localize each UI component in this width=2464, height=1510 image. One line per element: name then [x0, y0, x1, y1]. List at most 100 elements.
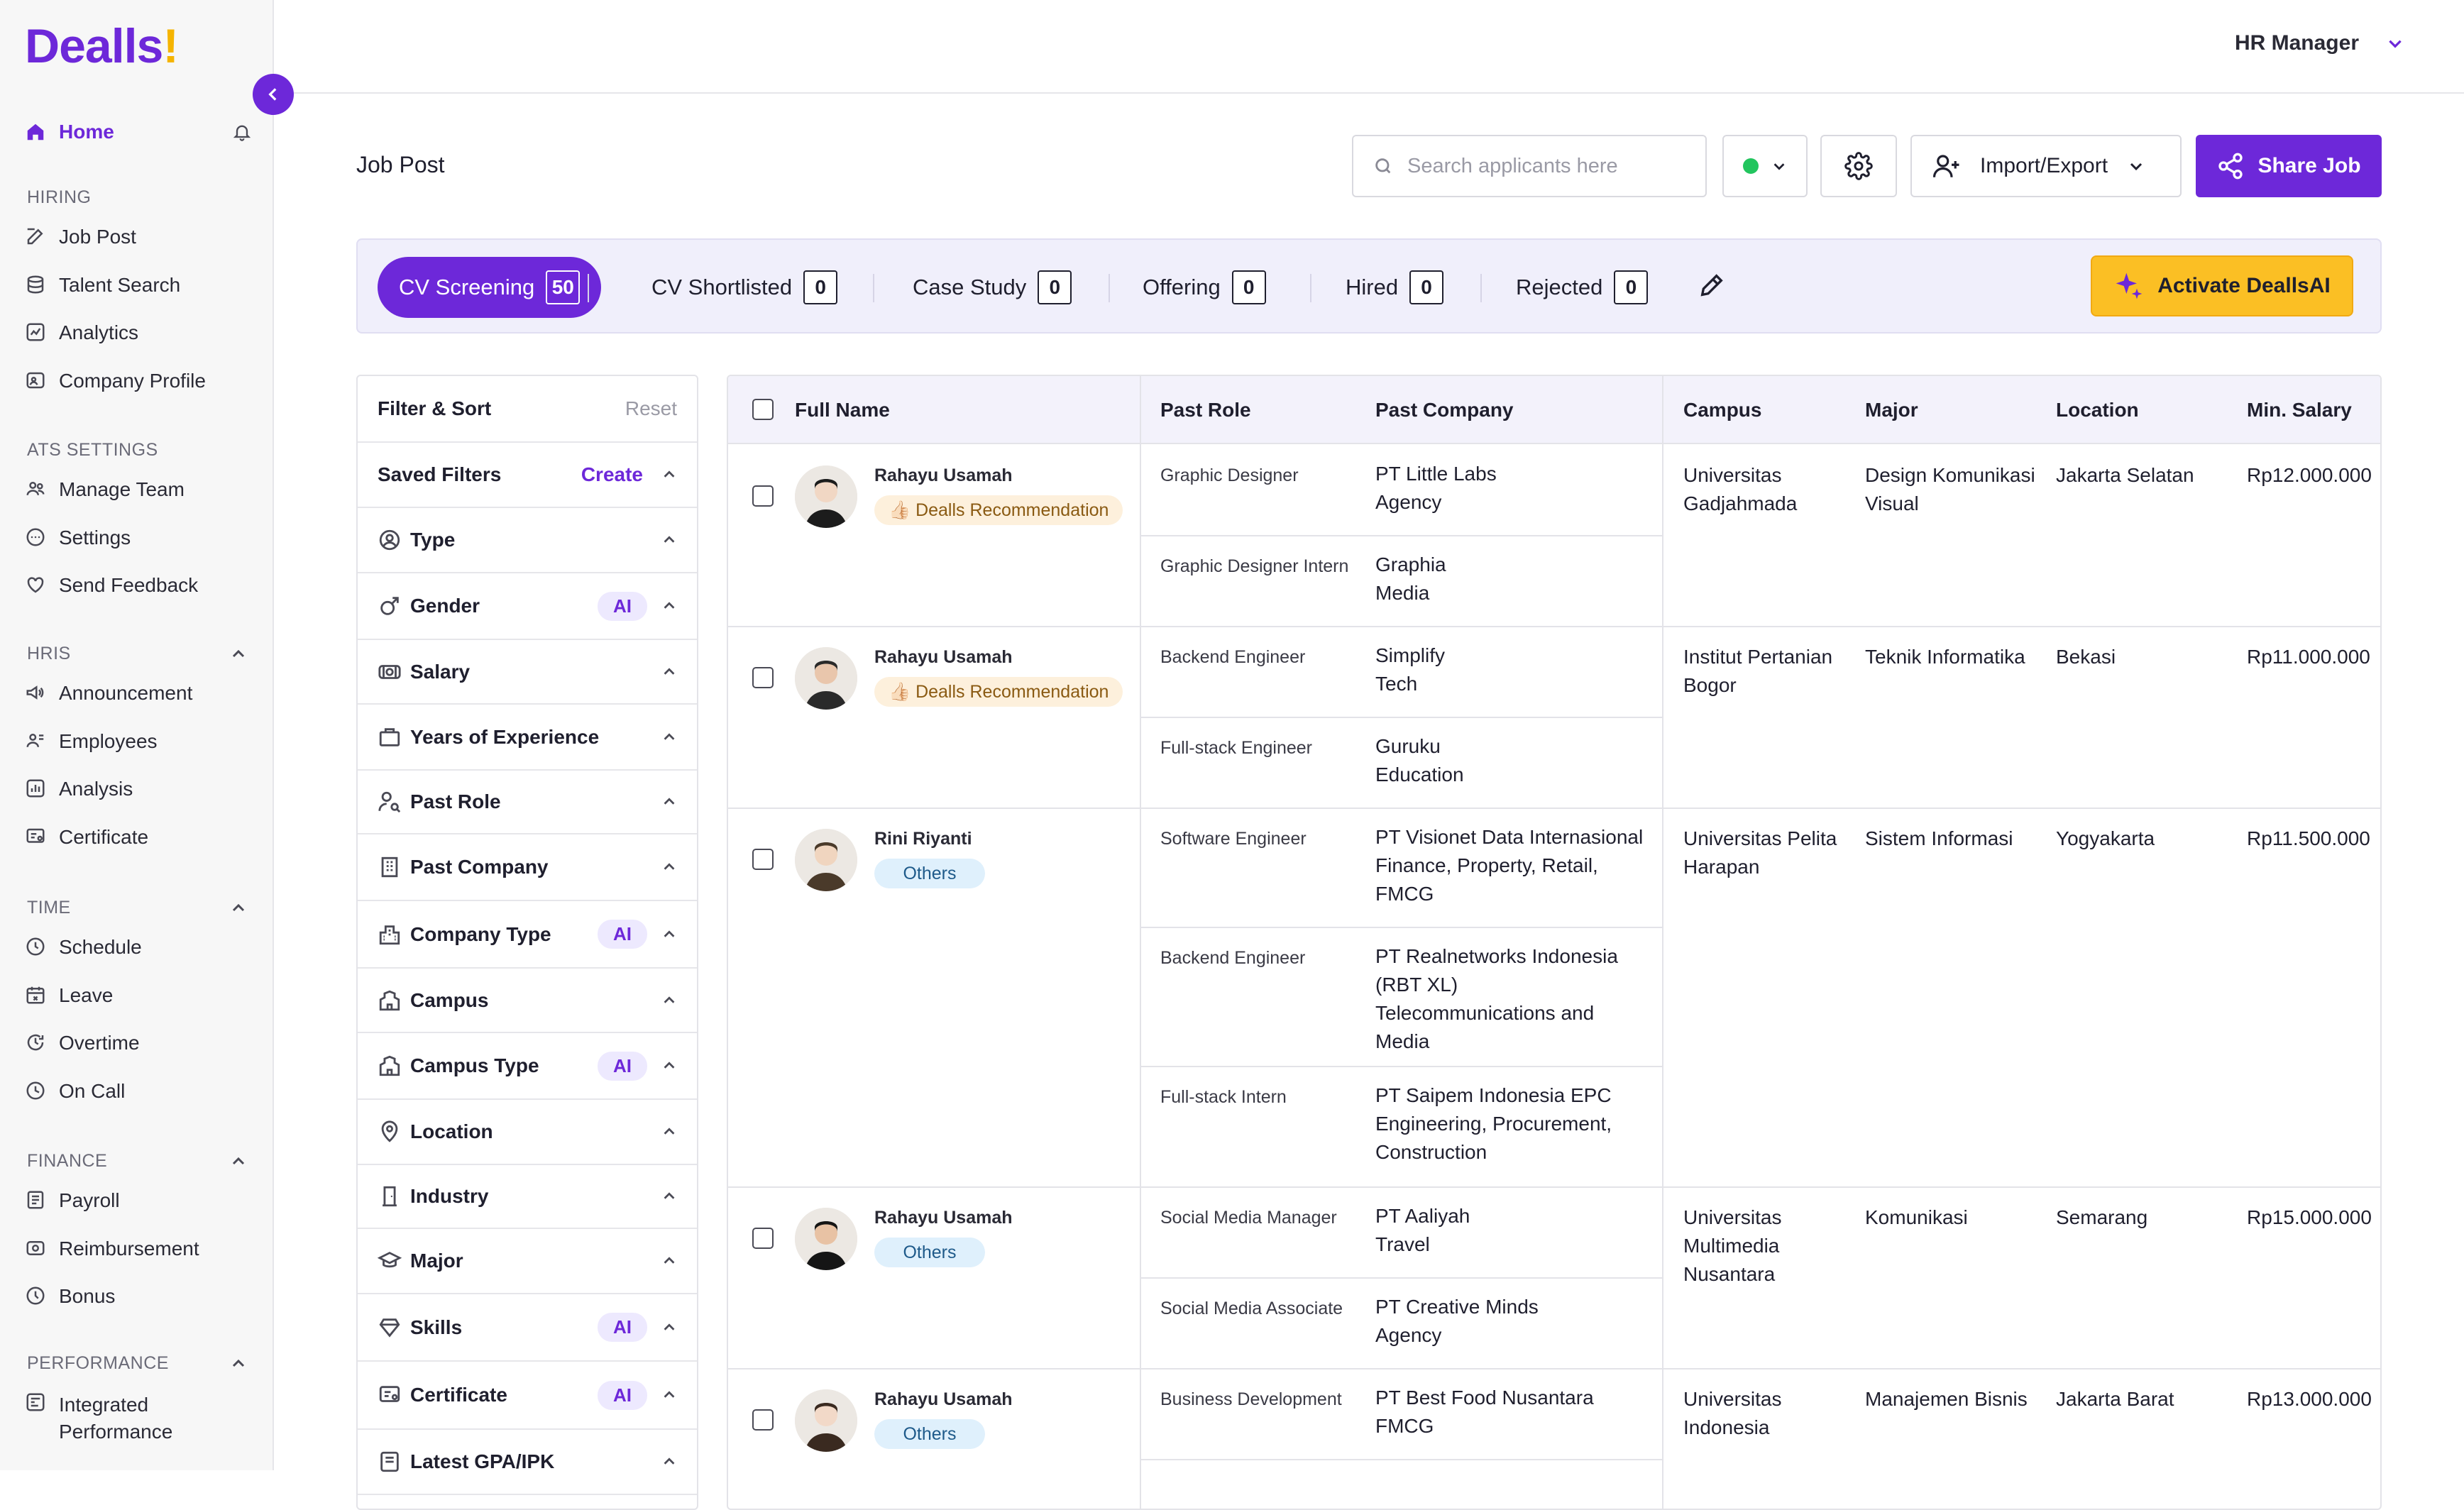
sidebar-item-talent-search[interactable]: Talent Search	[25, 274, 180, 297]
applicant-name[interactable]: Rahayu Usamah	[874, 647, 1013, 668]
search-input[interactable]: Search applicants here	[1352, 135, 1707, 197]
sidebar-item-reimbursement[interactable]: Reimbursement	[25, 1238, 199, 1260]
pencil-icon[interactable]	[1698, 271, 1726, 299]
sidebar-item-analytics[interactable]: Analytics	[25, 321, 138, 344]
user-menu[interactable]: HR Manager	[2235, 31, 2404, 55]
filter-label: Company Type	[410, 922, 551, 945]
sidebar-item-home[interactable]: Home	[25, 118, 252, 146]
sidebar-item-label: Analytics	[59, 321, 139, 343]
company-line: PT Creative Minds	[1375, 1296, 1539, 1318]
row-checkbox[interactable]	[752, 485, 774, 507]
column-header-past-role[interactable]: Past Role	[1160, 399, 1251, 421]
row-checkbox[interactable]	[752, 849, 774, 870]
collapse-sidebar-button[interactable]	[253, 74, 294, 115]
applicant-name[interactable]: Rahayu Usamah	[874, 465, 1013, 486]
column-header-major[interactable]: Major	[1865, 399, 1918, 421]
row-divider	[728, 626, 2380, 627]
dealls-logo[interactable]: Dealls!	[25, 18, 179, 74]
tab-offering[interactable]: Offering 0	[1143, 257, 1266, 318]
filter-past-company[interactable]: Past Company	[358, 834, 697, 901]
filter-major[interactable]: Major	[358, 1229, 697, 1294]
filter-type[interactable]: Type	[358, 508, 697, 573]
filter-location[interactable]: Location	[358, 1100, 697, 1165]
tab-cv-screening[interactable]: CV Screening 50	[378, 257, 602, 318]
sidebar-section-performance[interactable]: PERFORMANCE	[27, 1353, 247, 1374]
filter-company-type[interactable]: Company Type AI	[358, 901, 697, 969]
sidebar-item-label: Employees	[59, 729, 158, 752]
sidebar-item-settings[interactable]: Settings	[25, 527, 131, 549]
campus: Universitas Pelita Harapan	[1683, 825, 1837, 881]
sidebar-item-employees[interactable]: Employees	[25, 730, 158, 753]
filter-latest-gpa-ipk[interactable]: Latest GPA/IPK	[358, 1430, 697, 1495]
filter-industry[interactable]: Industry	[358, 1165, 697, 1229]
sidebar-item-payroll[interactable]: Payroll	[25, 1189, 120, 1212]
sidebar-item-schedule[interactable]: Schedule	[25, 936, 142, 959]
filter-years-of-experience[interactable]: Years of Experience	[358, 705, 697, 771]
employees-icon	[25, 730, 46, 751]
min-salary: Rp12.000.000	[2247, 464, 2372, 486]
filter-skills[interactable]: Skills AI	[358, 1294, 697, 1362]
filter-past-role[interactable]: Past Role	[358, 771, 697, 834]
activate-dealls-ai-button[interactable]: Activate DeallsAI	[2091, 255, 2353, 316]
row-checkbox[interactable]	[752, 1409, 774, 1431]
share-job-button[interactable]: Share Job	[2196, 135, 2382, 197]
tab-rejected[interactable]: Rejected 0	[1516, 257, 1649, 318]
past-role: Graphic Designer	[1160, 465, 1299, 485]
bell-icon[interactable]	[232, 122, 252, 142]
building-icon	[378, 855, 402, 879]
column-header-location[interactable]: Location	[2056, 399, 2139, 421]
section-title: PERFORMANCE	[27, 1353, 169, 1373]
saved-filters-row[interactable]: Saved Filters Create	[358, 443, 697, 508]
row-checkbox[interactable]	[752, 1228, 774, 1249]
sidebar-item-integrated-performance[interactable]: Integrated Performance	[25, 1391, 209, 1445]
tab-hired[interactable]: Hired 0	[1346, 257, 1444, 318]
company-line: Agency	[1375, 491, 1442, 513]
avatar	[795, 1208, 857, 1270]
column-header-min-salary[interactable]: Min. Salary	[2247, 399, 2352, 421]
filter-salary[interactable]: Salary	[358, 640, 697, 705]
city-icon	[378, 922, 402, 947]
status-dropdown[interactable]	[1722, 135, 1808, 197]
sidebar-section-time[interactable]: TIME	[27, 898, 247, 918]
chevron-up-icon	[661, 993, 677, 1008]
filter-campus-type[interactable]: Campus Type AI	[358, 1033, 697, 1100]
column-header-full-name[interactable]: Full Name	[795, 399, 890, 421]
filter-campus[interactable]: Campus	[358, 969, 697, 1033]
sidebar-item-overtime[interactable]: Overtime	[25, 1032, 140, 1054]
sidebar-section-hris[interactable]: HRIS	[27, 644, 247, 664]
sidebar-item-announcement[interactable]: Announcement	[25, 682, 192, 705]
column-divider	[1662, 376, 1663, 1509]
sidebar-item-manage-team[interactable]: Manage Team	[25, 478, 185, 501]
applicant-name[interactable]: Rini Riyanti	[874, 829, 972, 849]
create-filter-button[interactable]: Create	[581, 463, 643, 486]
chevron-up-icon	[661, 859, 677, 875]
column-header-past-company[interactable]: Past Company	[1375, 399, 1514, 421]
filter-label: Major	[410, 1250, 463, 1272]
applicant-name[interactable]: Rahayu Usamah	[874, 1389, 1013, 1410]
sidebar-item-bonus[interactable]: Bonus	[25, 1285, 115, 1308]
sidebar-item-leave[interactable]: Leave	[25, 984, 113, 1007]
select-all-checkbox[interactable]	[752, 399, 774, 420]
tab-cv-shortlisted[interactable]: CV Shortlisted 0	[651, 257, 838, 318]
row-checkbox[interactable]	[752, 667, 774, 688]
import-export-button[interactable]: Import/Export	[1910, 135, 2182, 197]
sidebar-section-finance[interactable]: FINANCE	[27, 1151, 247, 1172]
person-circle-icon	[378, 528, 402, 552]
chevron-up-icon	[661, 927, 677, 942]
settings-button[interactable]	[1820, 135, 1897, 197]
sidebar-item-send-feedback[interactable]: Send Feedback	[25, 574, 198, 597]
filter-gender[interactable]: Gender AI	[358, 573, 697, 640]
tab-case-study[interactable]: Case Study 0	[913, 257, 1072, 318]
past-role: Backend Engineer	[1160, 647, 1306, 667]
applicant-name[interactable]: Rahayu Usamah	[874, 1208, 1013, 1228]
filter-certificate[interactable]: Certificate AI	[358, 1362, 697, 1430]
sidebar-item-job-post[interactable]: Job Post	[25, 226, 136, 248]
sidebar-item-analysis[interactable]: Analysis	[25, 778, 133, 800]
column-header-campus[interactable]: Campus	[1683, 399, 1761, 421]
reset-button[interactable]: Reset	[625, 397, 677, 420]
campus: Universitas Indonesia	[1683, 1385, 1781, 1442]
sidebar-item-certificate[interactable]: Certificate	[25, 826, 148, 849]
sidebar-item-on-call[interactable]: On Call	[25, 1080, 125, 1103]
activate-ai-label: Activate DeallsAI	[2157, 274, 2331, 297]
sidebar-item-company-profile[interactable]: Company Profile	[25, 370, 206, 392]
